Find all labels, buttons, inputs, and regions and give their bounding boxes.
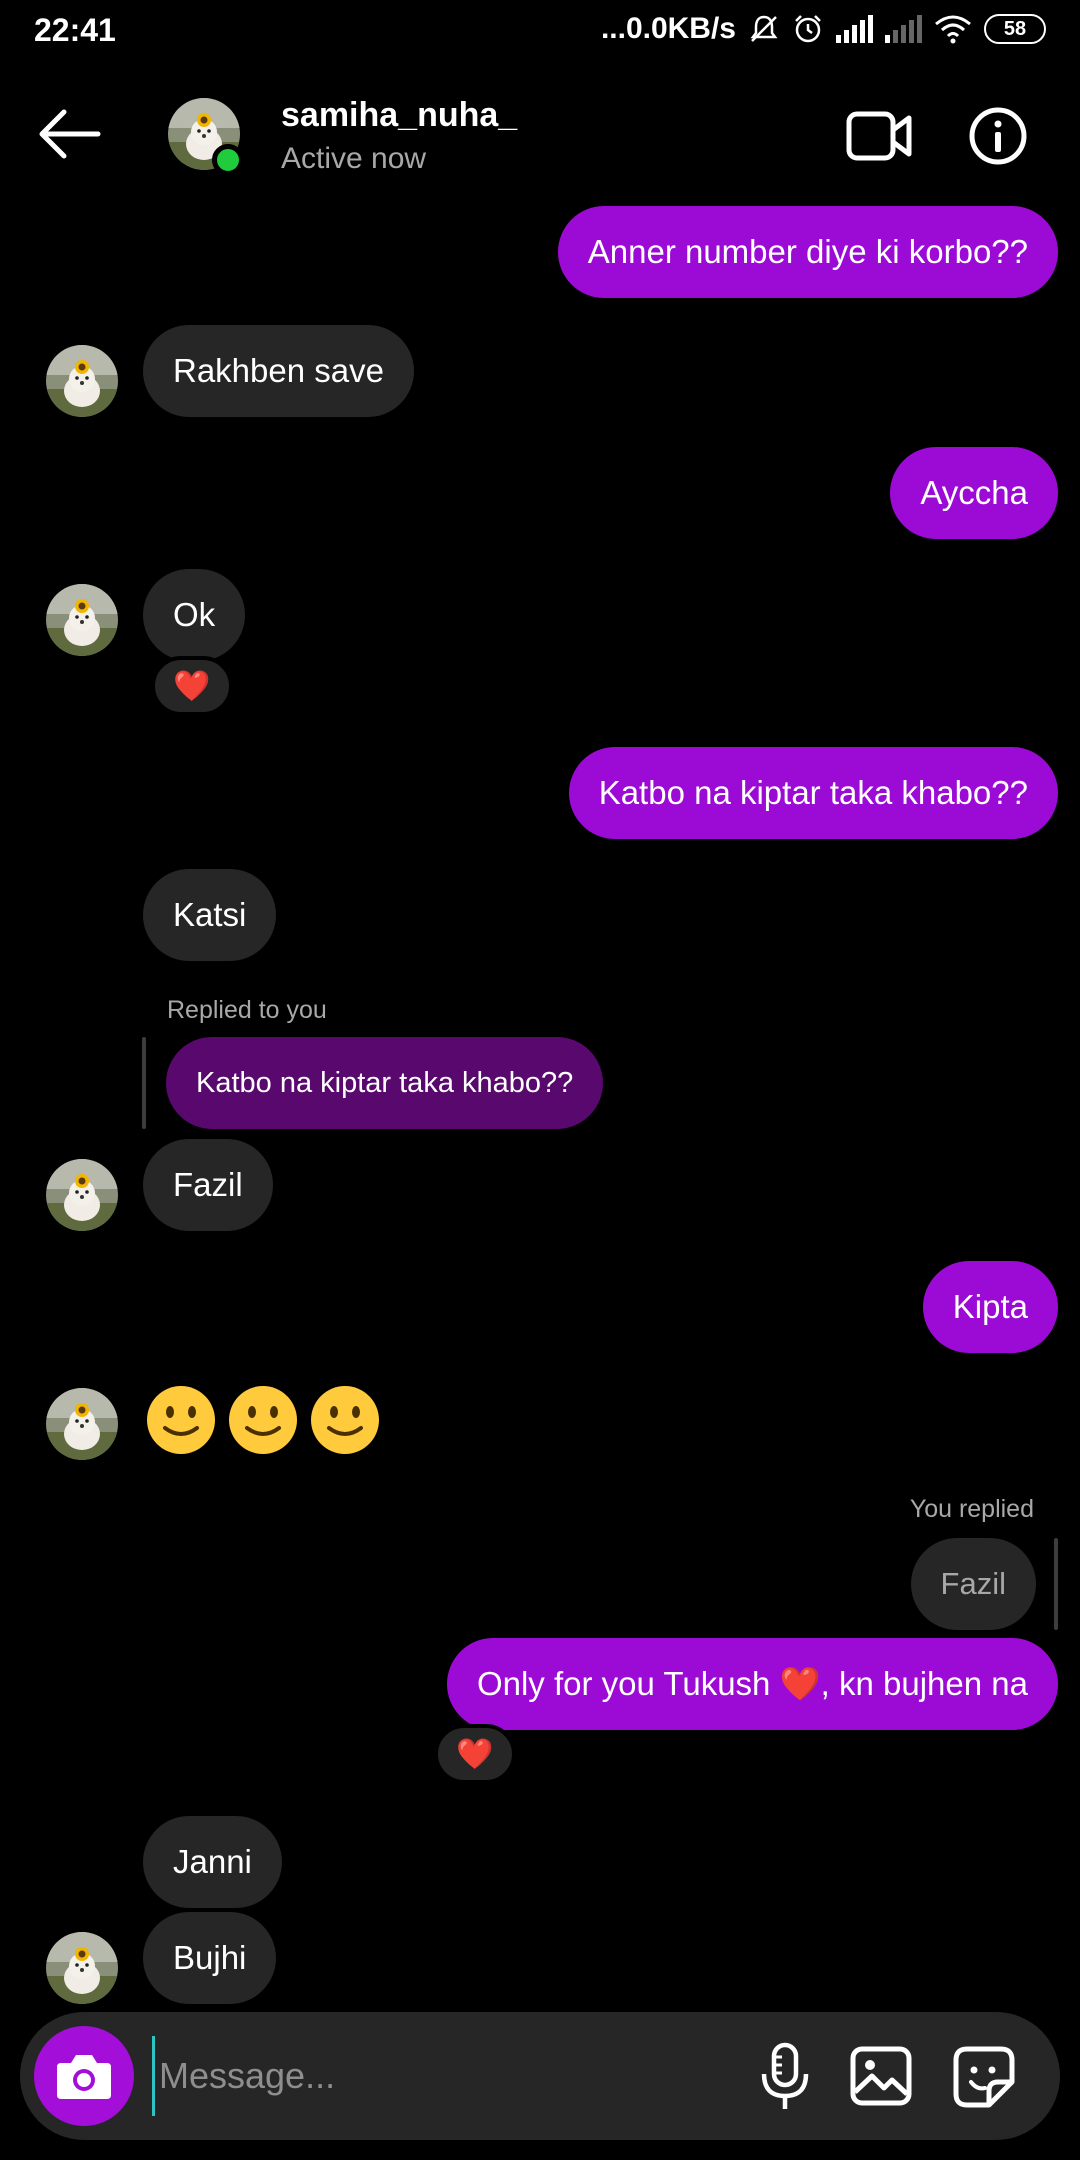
- message-input[interactable]: [152, 2036, 712, 2116]
- online-status-dot: [212, 144, 244, 176]
- heart-reaction[interactable]: ❤️: [434, 1724, 516, 1784]
- emoji-message[interactable]: [143, 1382, 383, 1458]
- status-icons: ...0.0KB/s 58: [601, 12, 1046, 46]
- camera-button[interactable]: [34, 2026, 134, 2126]
- message-outgoing[interactable]: Katbo na kiptar taka khabo??: [568, 747, 1058, 839]
- quoted-message[interactable]: Katbo na kiptar taka khabo??: [166, 1037, 604, 1129]
- camera-icon: [57, 2055, 111, 2099]
- avatar[interactable]: [46, 1932, 118, 2004]
- back-arrow-icon[interactable]: [38, 108, 102, 160]
- message-outgoing[interactable]: Only for you Tukush ❤️, kn bujhen na: [446, 1638, 1058, 1730]
- contact-name[interactable]: samiha_nuha_: [281, 96, 517, 135]
- avatar[interactable]: [46, 584, 118, 656]
- mute-icon: [750, 15, 778, 42]
- avatar[interactable]: [46, 345, 118, 417]
- message-outgoing[interactable]: Anner number diye ki korbo??: [557, 206, 1058, 298]
- message-composer: [20, 2012, 1060, 2140]
- network-speed: ...0.0KB/s: [600, 12, 736, 45]
- message-incoming[interactable]: Ok: [143, 569, 246, 661]
- reply-label: Replied to you: [167, 996, 327, 1024]
- slight-smile-emoji-icon: [147, 1386, 215, 1454]
- message-incoming[interactable]: Janni: [143, 1816, 282, 1908]
- message-incoming[interactable]: Rakhben save: [143, 325, 414, 417]
- microphone-icon[interactable]: [755, 2042, 815, 2112]
- message-outgoing[interactable]: Kipta: [922, 1261, 1058, 1353]
- avatar[interactable]: [46, 1388, 118, 1460]
- reply-label: You replied: [909, 1495, 1034, 1523]
- alarm-icon: [795, 15, 821, 43]
- avatar[interactable]: [46, 1159, 118, 1231]
- message-incoming[interactable]: Katsi: [143, 869, 277, 961]
- reply-bar: [142, 1037, 146, 1129]
- wifi-icon: [935, 15, 971, 44]
- reply-bar: [1054, 1538, 1058, 1630]
- slight-smile-emoji-icon: [311, 1386, 379, 1454]
- video-call-icon[interactable]: [846, 108, 912, 164]
- status-bar: 22:41 ...0.0KB/s 58: [0, 0, 1080, 62]
- gallery-icon[interactable]: [850, 2046, 912, 2106]
- chat-header: samiha_nuha_ Active now: [0, 62, 1080, 210]
- status-time: 22:41: [34, 12, 116, 48]
- heart-reaction[interactable]: ❤️: [151, 656, 233, 716]
- message-incoming[interactable]: Fazil: [143, 1139, 273, 1231]
- signal-icon: [836, 15, 873, 43]
- sticker-icon[interactable]: [953, 2046, 1015, 2108]
- slight-smile-emoji-icon: [229, 1386, 297, 1454]
- quoted-message[interactable]: Fazil: [910, 1538, 1036, 1630]
- signal-2-icon: [885, 15, 922, 43]
- info-icon[interactable]: [968, 106, 1028, 166]
- battery-icon: 58: [984, 14, 1046, 44]
- message-incoming[interactable]: Bujhi: [143, 1912, 277, 2004]
- message-outgoing[interactable]: Ayccha: [890, 447, 1058, 539]
- contact-status: Active now: [281, 142, 427, 175]
